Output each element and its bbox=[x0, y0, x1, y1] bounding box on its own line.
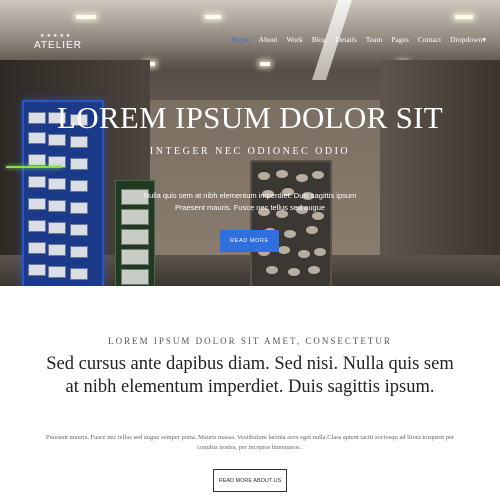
nav-item-about[interactable]: About bbox=[259, 35, 278, 44]
read-more-about-button[interactable]: READ MORE ABOUT US bbox=[213, 469, 287, 492]
logo-stars: ★★★★★ bbox=[40, 33, 73, 39]
hero-title: LOREM IPSUM DOLOR SIT bbox=[56, 100, 444, 135]
hero-read-more-button[interactable]: READ MORE bbox=[220, 230, 279, 252]
green-light-accent bbox=[6, 166, 62, 168]
site-logo[interactable]: ★★★★★ ATELIER bbox=[34, 33, 82, 51]
main-navigation: Home About Work Blog Details Team Pages … bbox=[222, 35, 486, 44]
hero-right-wall bbox=[380, 60, 500, 286]
nav-item-pages[interactable]: Pages bbox=[391, 35, 409, 44]
nav-item-blog[interactable]: Blog bbox=[312, 35, 327, 44]
display-wall-stones bbox=[250, 160, 332, 286]
logo-text: ATELIER bbox=[34, 40, 82, 51]
ceiling-light bbox=[455, 15, 473, 19]
nav-item-work[interactable]: Work bbox=[286, 35, 302, 44]
about-heading: Sed cursus ante dapibus diam. Sed nisi. … bbox=[46, 354, 454, 397]
hero-subtitle: INTEGER NEC ODIONEC ODIO bbox=[149, 146, 351, 157]
about-kicker: LOREM IPSUM DOLOR SIT AMET, CONSECTETUR bbox=[108, 336, 392, 346]
nav-item-team[interactable]: Team bbox=[366, 35, 383, 44]
chevron-down-icon: ▾ bbox=[482, 35, 486, 44]
about-paragraph: Praesent mauris. Fusce nec tellus sed au… bbox=[45, 434, 455, 451]
nav-item-dropdown[interactable]: Dropdown▾ bbox=[450, 35, 486, 44]
ceiling-light bbox=[76, 15, 96, 19]
hero-text: Nulla quis sem at nibh elementum imperdi… bbox=[143, 191, 357, 212]
nav-item-contact[interactable]: Contact bbox=[418, 35, 441, 44]
hero-banner: ★★★★★ ATELIER Home About Work Blog Detai… bbox=[0, 0, 500, 286]
ceiling-light bbox=[205, 15, 221, 19]
ceiling-light bbox=[260, 62, 270, 66]
nav-item-home[interactable]: Home bbox=[231, 35, 249, 44]
nav-item-details[interactable]: Details bbox=[336, 35, 357, 44]
nav-item-dropdown-label: Dropdown bbox=[450, 35, 483, 44]
